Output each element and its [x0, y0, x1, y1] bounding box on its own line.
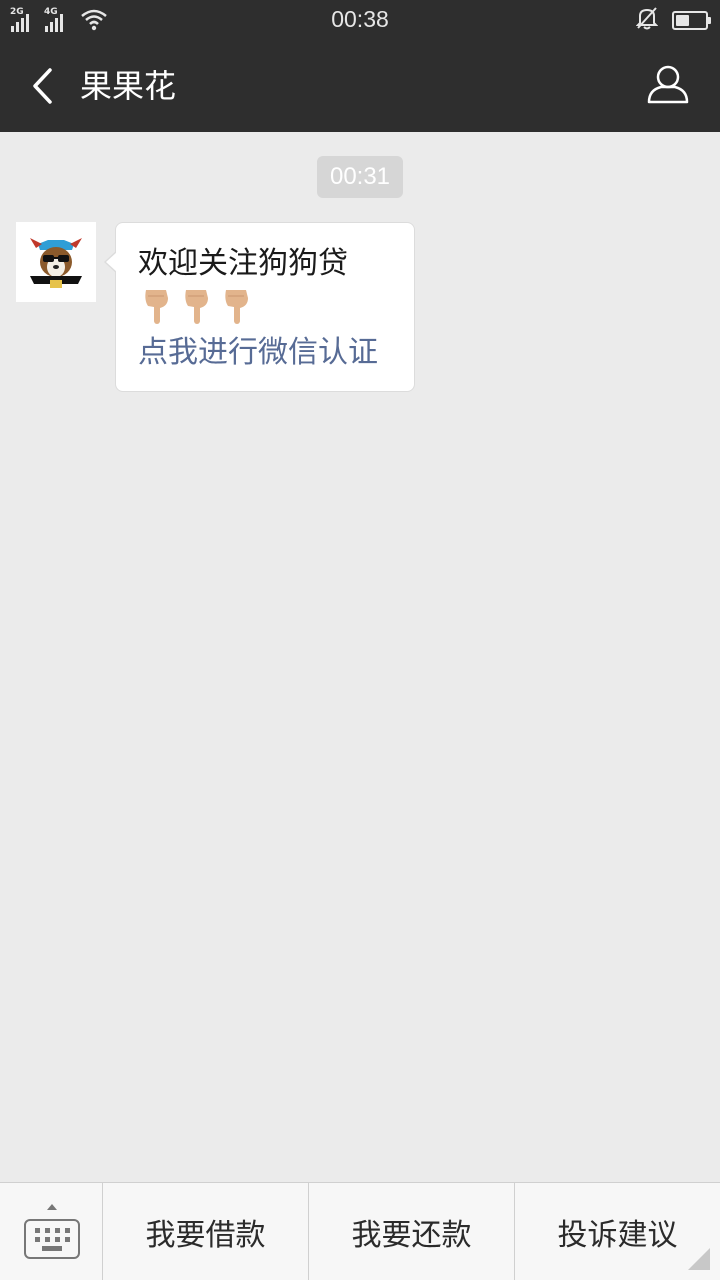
corner-triangle-icon: [688, 1248, 710, 1270]
caret-up-icon: [47, 1204, 57, 1210]
dog-logo-icon: [30, 238, 82, 288]
keyboard-icon: [24, 1219, 80, 1259]
battery-fill: [676, 14, 689, 26]
bottom-menu: 我要借款 我要还款 投诉建议: [0, 1182, 720, 1280]
profile-button[interactable]: [642, 58, 694, 110]
pointing-down-emoji: [222, 286, 252, 332]
menu-complaint-button[interactable]: 投诉建议: [515, 1183, 720, 1280]
person-icon: [647, 65, 689, 104]
menu-repay-button[interactable]: 我要还款: [309, 1183, 515, 1280]
menu-borrow-button[interactable]: 我要借款: [103, 1183, 309, 1280]
pointing-down-emoji-row: [142, 285, 414, 333]
back-button[interactable]: [20, 60, 64, 112]
keyboard-toggle-button[interactable]: [0, 1183, 103, 1280]
chat-area[interactable]: 00:31 欢迎关注狗狗贷 点我进行微信认证: [0, 132, 720, 1182]
mute-bell-icon: [635, 6, 659, 34]
verify-link[interactable]: 点我进行微信认证: [138, 333, 414, 373]
sender-avatar[interactable]: [16, 222, 96, 302]
pointing-down-emoji: [142, 286, 172, 332]
battery-icon: [672, 10, 711, 30]
pointing-down-emoji: [182, 286, 212, 332]
menu-complaint-label: 投诉建议: [557, 1217, 678, 1253]
chevron-left-icon: [33, 68, 52, 104]
status-time: 00:38: [331, 6, 389, 32]
status-bar: 2G 4G 00:38: [0, 0, 720, 40]
chat-header: 果果花: [0, 40, 720, 132]
message-timestamp: 00:31: [317, 156, 403, 198]
message-text: 欢迎关注狗狗贷: [138, 246, 348, 281]
chat-title: 果果花: [80, 67, 177, 105]
message-bubble[interactable]: 欢迎关注狗狗贷 点我进行微信认证: [104, 222, 415, 392]
status-right: [635, 6, 711, 34]
